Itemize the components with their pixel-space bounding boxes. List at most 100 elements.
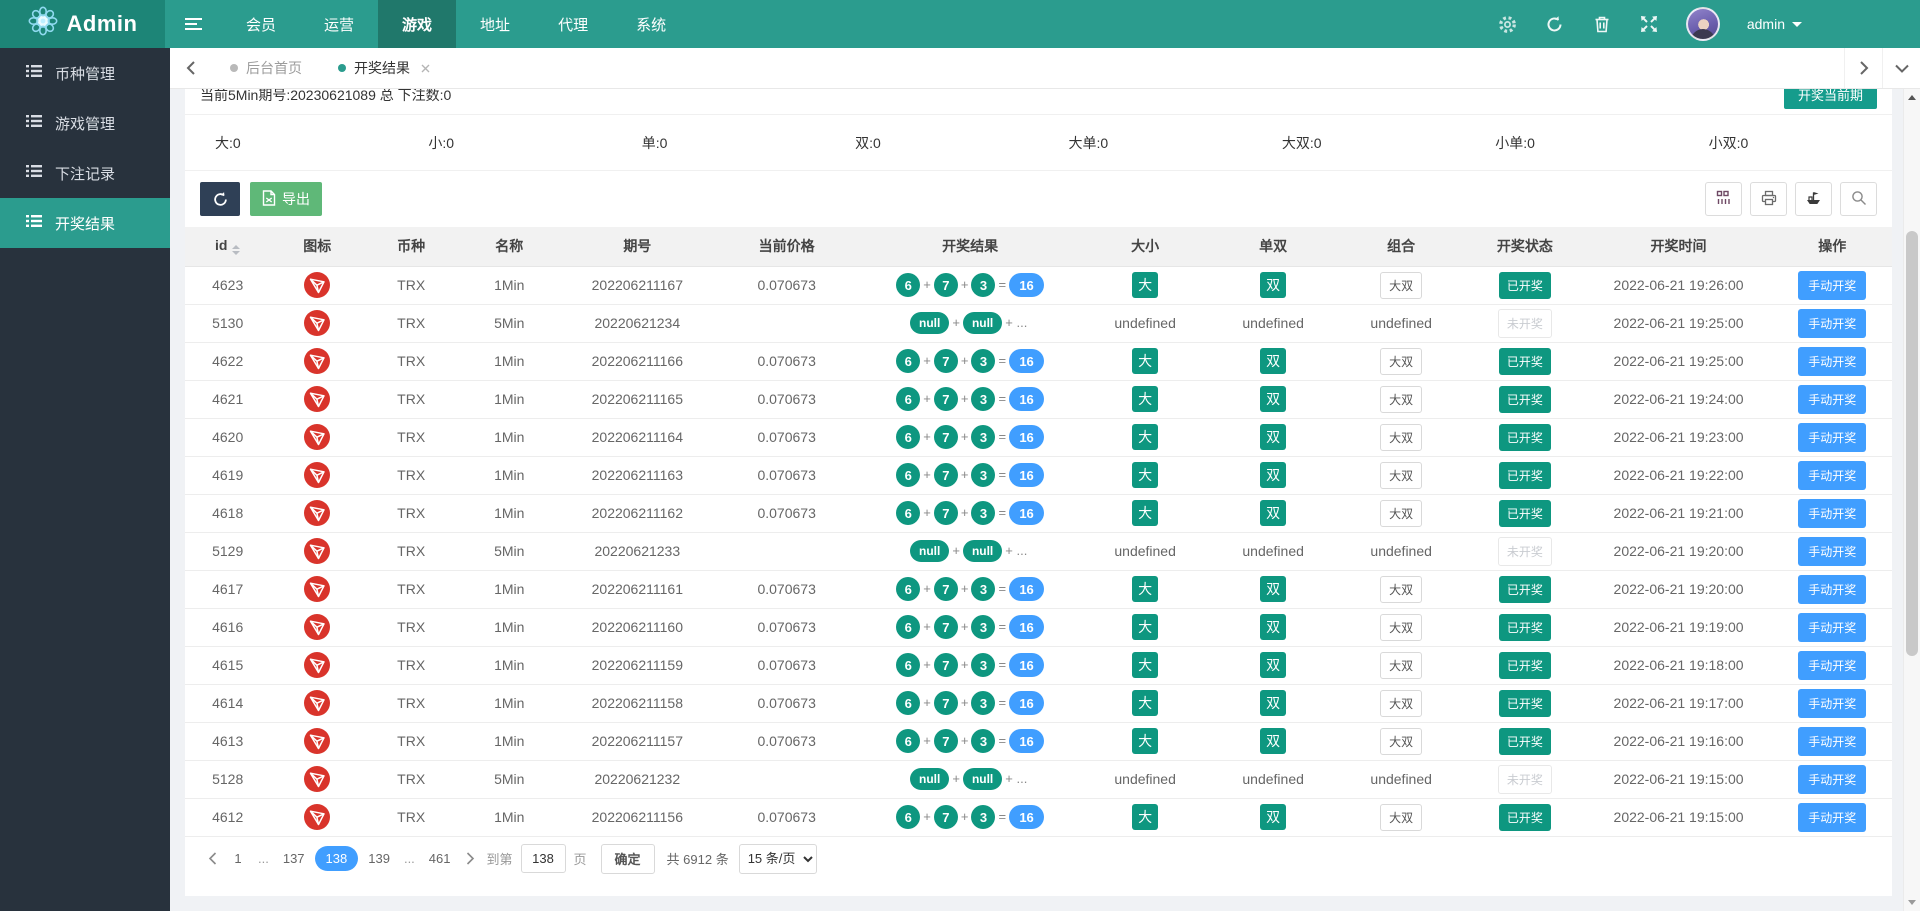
draw-current-button[interactable]: 开奖当前期 (1784, 89, 1877, 109)
page-number-138[interactable]: 138 (315, 846, 359, 871)
equals-sign: = (998, 695, 1006, 710)
per-page-select[interactable]: 15 条/页 (739, 844, 817, 874)
sidebar-item-1[interactable]: 币种管理 (0, 48, 170, 98)
tab-dot-icon (338, 64, 346, 72)
refresh-icon[interactable] (1545, 14, 1565, 34)
nav-item-1[interactable]: 会员 (222, 0, 300, 48)
cell-parity: 双 (1209, 646, 1337, 684)
column-label: 开奖时间 (1651, 238, 1707, 254)
goto-confirm-button[interactable]: 确定 (601, 844, 655, 874)
size-badge: 大 (1132, 500, 1158, 526)
cell-id: 4616 (185, 608, 270, 646)
manual-draw-button[interactable]: 手动开奖 (1798, 689, 1866, 718)
cell-coin: TRX (364, 532, 458, 570)
page-number-1[interactable]: 1 (225, 846, 251, 871)
cell-parity: 双 (1209, 494, 1337, 532)
result-null-badge: null (910, 312, 949, 334)
manual-draw-button[interactable]: 手动开奖 (1798, 727, 1866, 756)
cell-icon (270, 266, 364, 304)
export-data-button[interactable] (1795, 182, 1832, 216)
manual-draw-button[interactable]: 手动开奖 (1798, 461, 1866, 490)
flower-logo-icon (28, 6, 58, 42)
sidebar-item-3[interactable]: 下注记录 (0, 148, 170, 198)
scrollbar-thumb[interactable] (1906, 231, 1918, 656)
export-button[interactable]: 导出 (250, 182, 322, 216)
cell-action: 手动开奖 (1772, 304, 1892, 342)
cell-price: 0.070673 (714, 684, 859, 722)
prev-page-icon[interactable] (200, 852, 225, 865)
tabs-scroll-right[interactable] (1844, 48, 1882, 88)
manual-draw-button[interactable]: 手动开奖 (1798, 385, 1866, 414)
manual-draw-button[interactable]: 手动开奖 (1798, 347, 1866, 376)
tabs-scroll-left[interactable] (170, 48, 212, 88)
nav-item-5[interactable]: 代理 (534, 0, 612, 48)
cell-issue: 202206211157 (561, 722, 715, 760)
page-number-139[interactable]: 139 (361, 846, 397, 871)
sidebar-toggle[interactable] (165, 0, 222, 48)
print-button[interactable] (1750, 182, 1787, 216)
manual-draw-button[interactable]: 手动开奖 (1798, 499, 1866, 528)
next-page-icon[interactable] (458, 852, 483, 865)
parity-badge: 双 (1260, 652, 1286, 678)
sidebar-item-4[interactable]: 开奖结果 (0, 198, 170, 248)
manual-draw-button[interactable]: 手动开奖 (1798, 651, 1866, 680)
equals-sign: = (998, 277, 1006, 292)
manual-draw-button[interactable]: 手动开奖 (1798, 537, 1866, 566)
nav-item-3[interactable]: 游戏 (378, 0, 456, 48)
trx-icon (304, 694, 330, 710)
manual-draw-button[interactable]: 手动开奖 (1798, 271, 1866, 300)
fullscreen-icon[interactable] (1639, 14, 1659, 34)
column-header-5: 当前价格 (714, 227, 859, 266)
manual-draw-button[interactable]: 手动开奖 (1798, 765, 1866, 794)
equals-sign: = (998, 429, 1006, 444)
page-number-461[interactable]: 461 (422, 846, 458, 871)
cell-time: 2022-06-21 19:24:00 (1585, 380, 1773, 418)
user-menu[interactable]: admin (1747, 16, 1802, 32)
column-label: 当前价格 (759, 238, 815, 254)
cell-id: 4619 (185, 456, 270, 494)
refresh-table-button[interactable] (200, 182, 240, 216)
cell-coin: TRX (364, 570, 458, 608)
goto-page-input[interactable] (521, 844, 566, 873)
cell-name: 1Min (458, 494, 560, 532)
manual-draw-button[interactable]: 手动开奖 (1798, 613, 1866, 642)
cell-parity: 双 (1209, 266, 1337, 304)
cell-result: 6+7+3=16 (859, 570, 1081, 608)
theme-gear-icon[interactable] (1498, 14, 1518, 34)
result-number-badge: 3 (971, 463, 995, 487)
sidebar-item-2[interactable]: 游戏管理 (0, 98, 170, 148)
vertical-scrollbar[interactable] (1903, 89, 1920, 911)
cell-issue: 20220621234 (561, 304, 715, 342)
scroll-up-icon[interactable] (1904, 89, 1920, 106)
user-avatar[interactable] (1686, 7, 1720, 41)
cell-action: 手动开奖 (1772, 494, 1892, 532)
manual-draw-button[interactable]: 手动开奖 (1798, 309, 1866, 338)
plus-sign: + (923, 695, 931, 710)
result-number-badge: 3 (971, 653, 995, 677)
result-number-badge: 6 (896, 691, 920, 715)
nav-item-4[interactable]: 地址 (456, 0, 534, 48)
manual-draw-button[interactable]: 手动开奖 (1798, 575, 1866, 604)
stat-8: 小双:0 (1679, 133, 1892, 153)
search-button[interactable] (1840, 182, 1877, 216)
toggle-columns-button[interactable] (1705, 182, 1742, 216)
trash-icon[interactable] (1592, 14, 1612, 34)
size-badge: 大 (1132, 272, 1158, 298)
manual-draw-button[interactable]: 手动开奖 (1798, 803, 1866, 832)
scroll-down-icon[interactable] (1908, 900, 1916, 905)
nav-item-2[interactable]: 运营 (300, 0, 378, 48)
equals-sign: = (998, 391, 1006, 406)
page-number-137[interactable]: 137 (276, 846, 312, 871)
manual-draw-button[interactable]: 手动开奖 (1798, 423, 1866, 452)
tab-dashboard[interactable]: 后台首页 (212, 48, 320, 88)
cell-combo: undefined (1337, 304, 1465, 342)
parity-badge: 双 (1260, 728, 1286, 754)
combo-badge: 大双 (1380, 500, 1422, 527)
tab-lottery-results[interactable]: 开奖结果 (320, 48, 448, 88)
tabs-menu-chevron[interactable] (1882, 48, 1920, 88)
tab-close-icon[interactable] (421, 64, 430, 73)
cell-name: 5Min (458, 532, 560, 570)
nav-item-6[interactable]: 系统 (612, 0, 690, 48)
column-label: 开奖结果 (942, 238, 998, 254)
column-header-id[interactable]: id (185, 227, 270, 266)
